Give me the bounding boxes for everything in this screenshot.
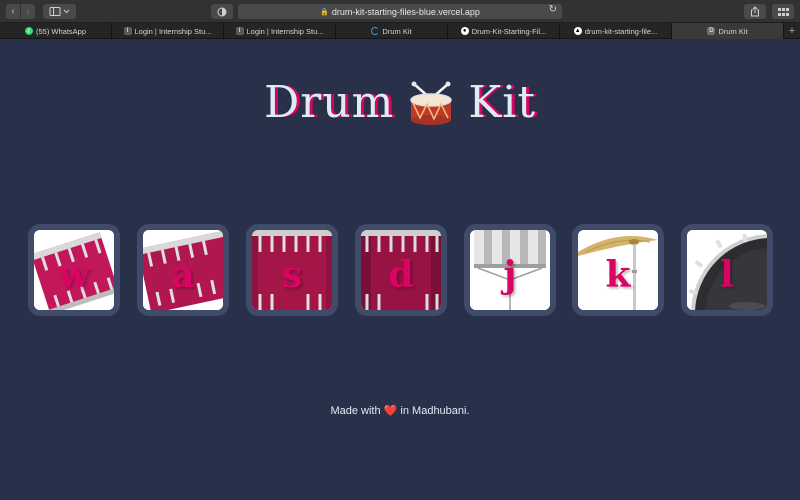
tab-label: Login | Internship Stu... [246, 26, 324, 36]
sidebar-toggle-button[interactable] [43, 4, 76, 19]
key-letter: j [503, 254, 517, 296]
address-bar[interactable]: 🔒 drum-kit-starting-files-blue.vercel.ap… [238, 4, 562, 19]
key-letter: k [605, 254, 631, 296]
plus-icon: + [788, 25, 796, 37]
tab-login-1[interactable]: I Login | Internship Stu... [112, 23, 224, 39]
key-letter: l [720, 254, 734, 296]
tab-drum-kit-active[interactable]: D Drum Kit [672, 23, 784, 39]
key-letter: s [281, 254, 303, 296]
key-letter: a [171, 254, 195, 296]
drum-key-l[interactable]: l [681, 224, 773, 316]
site-favicon-icon: I [235, 27, 244, 35]
title-word-kit: Kit [468, 77, 536, 128]
page-content: Drum Kit w a s d j k l Made with ❤️ in M… [0, 40, 800, 500]
tab-whatsapp[interactable]: ✆ (55) WhatsApp [0, 23, 112, 39]
url-text: drum-kit-starting-files-blue.vercel.app [331, 6, 480, 17]
sidebar-icon [49, 7, 69, 16]
new-tab-button[interactable]: + [784, 23, 800, 39]
loading-spinner-icon [371, 27, 380, 35]
tab-label: Drum Kit [718, 26, 748, 36]
page-footer: Made with ❤️ in Madhubani. [0, 404, 800, 417]
shield-icon [217, 7, 227, 16]
chevron-right-icon: › [26, 6, 30, 17]
privacy-report-button[interactable] [211, 4, 233, 19]
tab-vercel[interactable]: ▲ drum-kit-starting-file... [560, 23, 672, 39]
tab-label: Login | Internship Stu... [134, 26, 212, 36]
drum-icon [410, 81, 453, 125]
tab-label: Drum Kit [382, 26, 412, 36]
title-word-drum: Drum [264, 77, 395, 128]
footer-text-prefix: Made with [330, 405, 381, 417]
site-favicon-icon: D [707, 27, 716, 35]
tab-login-2[interactable]: I Login | Internship Stu... [224, 23, 336, 39]
tab-github[interactable]: ● Drum-Kit-Starting-Fil... [448, 23, 560, 39]
key-letter: w [58, 254, 90, 296]
tab-bar: ✆ (55) WhatsApp I Login | Internship Stu… [0, 23, 800, 39]
forward-button[interactable]: › [21, 4, 35, 19]
vercel-icon: ▲ [573, 27, 582, 35]
drum-key-s[interactable]: s [246, 224, 338, 316]
tab-label: (55) WhatsApp [35, 26, 87, 36]
tab-label: drum-kit-starting-file... [584, 26, 658, 36]
browser-toolbar: ‹ › 🔒 drum-kit-starting-files-blue.verce… [0, 0, 800, 23]
drum-key-w[interactable]: w [28, 224, 120, 316]
chevron-left-icon: ‹ [11, 6, 15, 17]
drum-key-k[interactable]: k [572, 224, 664, 316]
tab-label: Drum-Kit-Starting-Fil... [471, 26, 547, 36]
page-title: Drum Kit [0, 77, 800, 128]
drum-key-a[interactable]: a [137, 224, 229, 316]
tab-drum-kit-loading[interactable]: Drum Kit [336, 23, 448, 39]
grid-icon [777, 7, 789, 16]
drum-keys: w a s d j k l [0, 224, 800, 316]
lock-icon: 🔒 [320, 8, 329, 16]
footer-text-suffix: in Madhubani. [400, 405, 470, 417]
share-button[interactable] [744, 4, 766, 19]
reload-icon[interactable]: ↻ [549, 4, 557, 15]
site-favicon-icon: I [123, 27, 132, 35]
tab-overview-button[interactable] [772, 4, 794, 19]
drum-key-j[interactable]: j [464, 224, 556, 316]
drum-key-d[interactable]: d [355, 224, 447, 316]
github-icon: ● [460, 27, 469, 35]
whatsapp-icon: ✆ [24, 27, 33, 35]
heart-icon: ❤️ [383, 405, 398, 417]
key-letter: d [388, 254, 414, 296]
back-button[interactable]: ‹ [6, 4, 20, 19]
share-icon [751, 6, 759, 17]
